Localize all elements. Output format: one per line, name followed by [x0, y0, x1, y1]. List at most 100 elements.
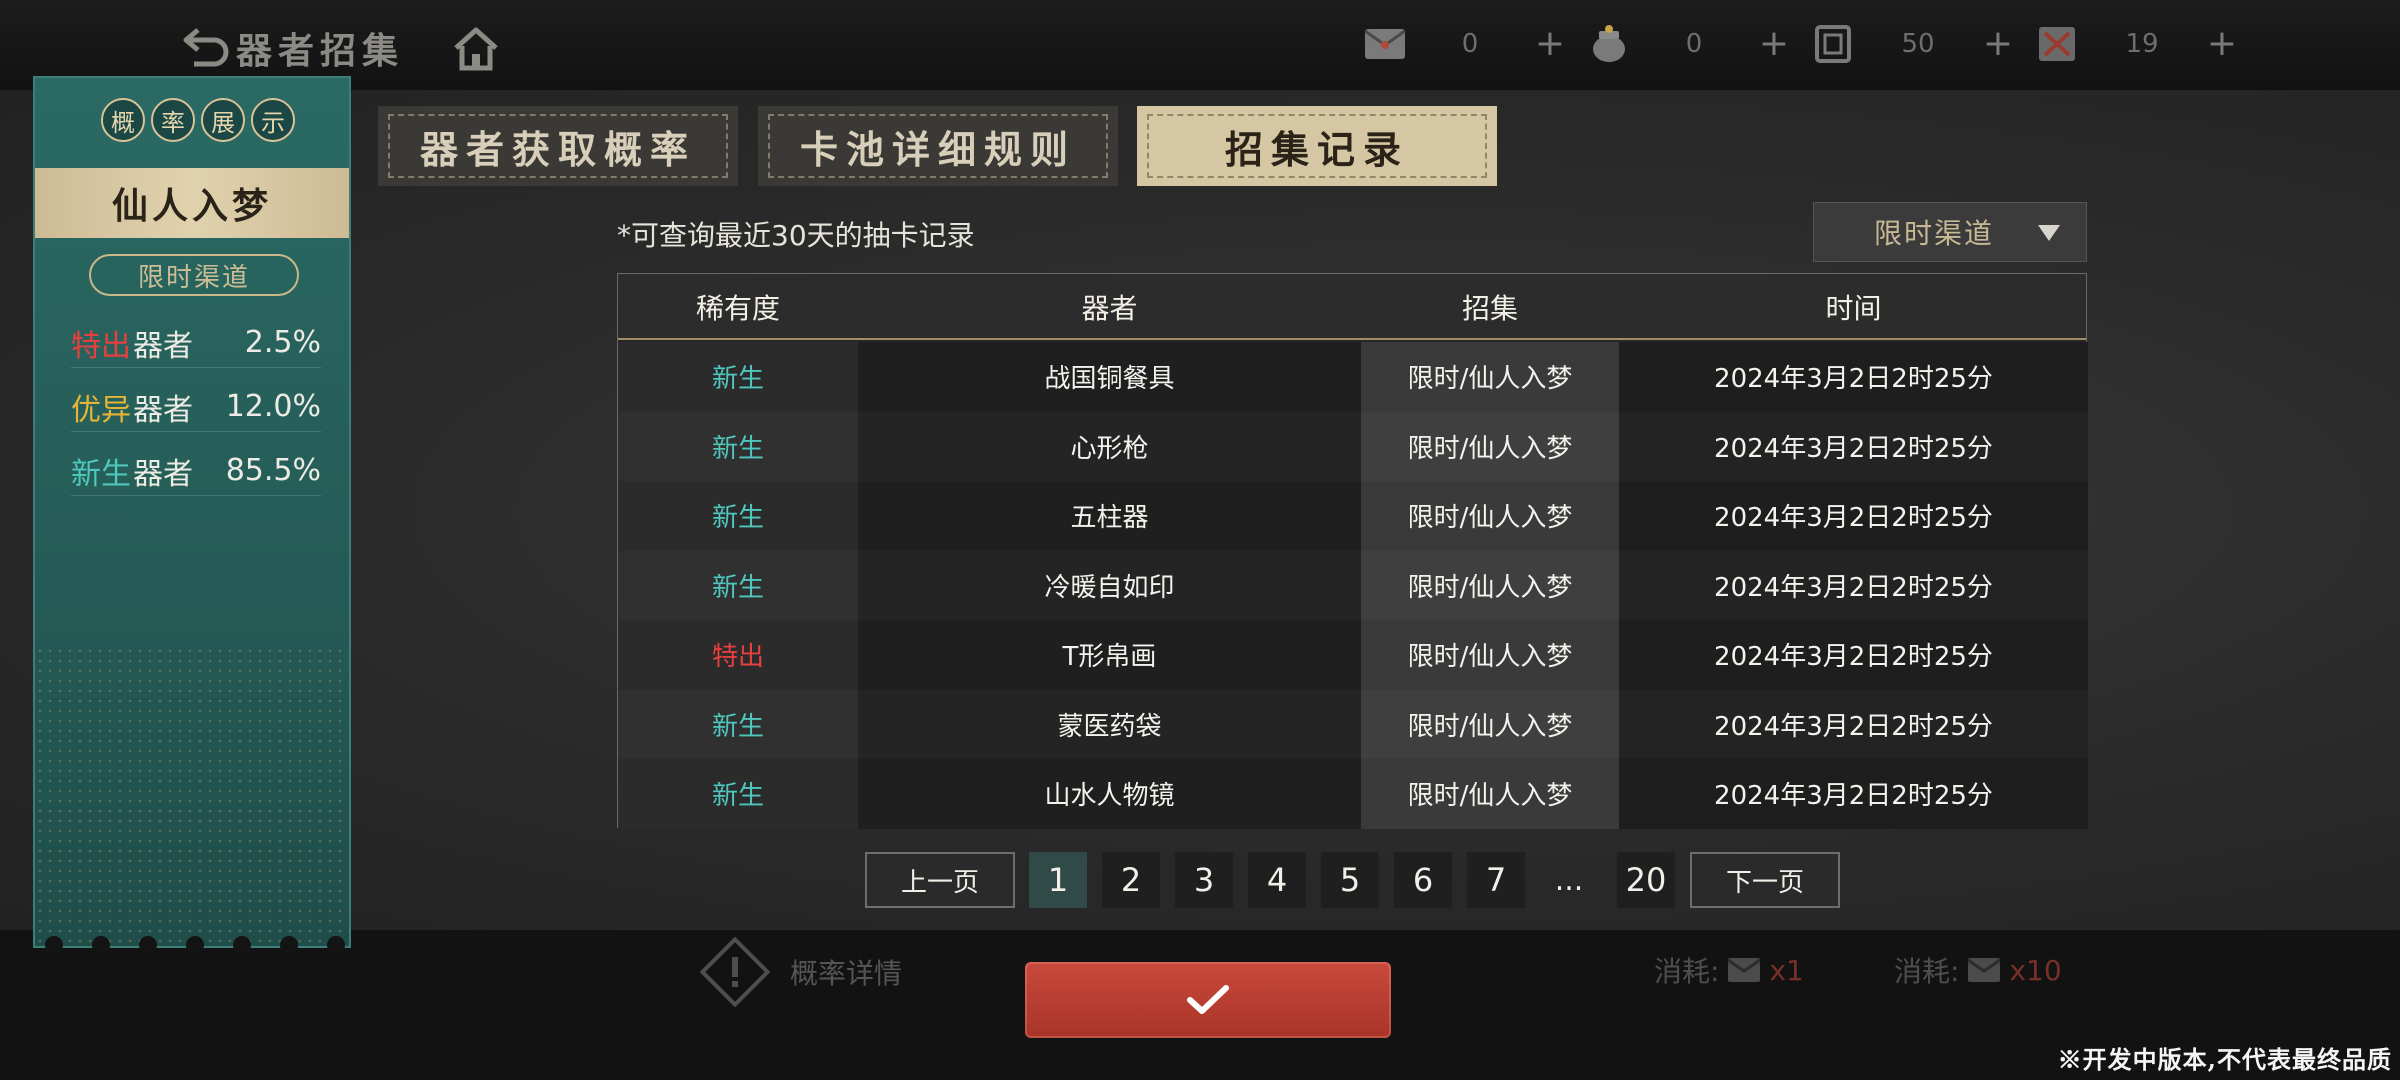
cost-label: 消耗:	[1894, 955, 1960, 988]
rate-row: 优异 器者 12.0%	[71, 382, 321, 432]
red-envelope-icon	[1727, 958, 1762, 982]
page-button[interactable]: 5	[1321, 852, 1379, 908]
chevron-down-icon	[2038, 225, 2060, 241]
time-cell: 2024年3月2日2时25分	[1619, 689, 2088, 759]
rarity-cell: 新生	[618, 481, 858, 551]
item-cell: 蒙医药袋	[858, 689, 1361, 759]
home-icon	[454, 27, 498, 71]
column-header-time: 时间	[1825, 292, 1882, 325]
currency-value: 19	[2125, 29, 2159, 59]
rarity-label: 特出	[71, 328, 131, 364]
rate-kind: 器者	[133, 456, 193, 492]
table-row: 新生 五柱器 限时/仙人入梦 2024年3月2日2时25分	[618, 481, 2088, 551]
red-envelope-icon	[1360, 19, 1410, 69]
ticket-holes	[45, 936, 345, 954]
tab-pool-rules[interactable]: 卡池详细规则	[758, 106, 1118, 186]
pool-cell: 限时/仙人入梦	[1361, 411, 1619, 481]
scroll-ticket-icon	[1808, 19, 1858, 69]
currency-red-envelope: 0 +	[1360, 16, 1570, 72]
rarity-cell: 新生	[618, 759, 858, 829]
records-note: *可查询最近30天的抽卡记录	[617, 219, 975, 252]
cost-ten: 消耗: x10	[1894, 950, 2062, 990]
column-header-pool: 招集	[1461, 292, 1518, 325]
page-button[interactable]: 4	[1248, 852, 1306, 908]
cost-single: 消耗: x1	[1654, 950, 1804, 990]
pool-cell: 限时/仙人入梦	[1361, 342, 1619, 412]
page-button-last[interactable]: 20	[1617, 852, 1675, 908]
probability-detail-label: 概率详情	[790, 957, 903, 990]
rarity-cell: 新生	[618, 550, 858, 620]
add-currency-button[interactable]: +	[1530, 24, 1570, 64]
add-currency-button[interactable]: +	[1754, 24, 1794, 64]
currency-treasure-pot: 0 +	[1584, 16, 1794, 72]
home-button[interactable]	[452, 26, 500, 72]
page-button[interactable]: 2	[1102, 852, 1160, 908]
pool-cell: 限时/仙人入梦	[1361, 481, 1619, 551]
rate-percent: 12.0%	[225, 389, 321, 424]
rate-row: 特出 器者 2.5%	[71, 318, 321, 368]
rarity-cell: 新生	[618, 342, 858, 412]
rarity-label: 优异	[71, 392, 131, 428]
pool-cell: 限时/仙人入梦	[1361, 620, 1619, 690]
pool-cell: 限时/仙人入梦	[1361, 689, 1619, 759]
dev-version-note: ※开发中版本,不代表最终品质	[2057, 1045, 2392, 1074]
treasure-pot-icon	[1584, 19, 1634, 69]
item-cell: 山水人物镜	[858, 759, 1361, 829]
cost-amount: x1	[1769, 953, 1804, 987]
pool-cell: 限时/仙人入梦	[1361, 759, 1619, 829]
page-ellipsis: ...	[1554, 862, 1584, 898]
item-cell: 战国铜餐具	[858, 342, 1361, 412]
page-button[interactable]: 3	[1175, 852, 1233, 908]
red-envelope-icon	[1967, 958, 2002, 982]
rate-percent: 2.5%	[244, 325, 321, 360]
table-header: 稀有度 器者 招集 时间	[618, 274, 2086, 340]
confirm-button[interactable]	[1025, 962, 1391, 1038]
warning-icon	[700, 937, 770, 1007]
rate-kind: 器者	[133, 392, 193, 428]
add-currency-button[interactable]: +	[2202, 24, 2242, 64]
add-currency-button[interactable]: +	[1978, 24, 2018, 64]
item-cell: 五柱器	[858, 481, 1361, 551]
back-button[interactable]	[178, 22, 234, 72]
title-char: 示	[251, 98, 295, 142]
page-button-current[interactable]: 1	[1029, 852, 1087, 908]
dropdown-value: 限时渠道	[1874, 217, 1995, 250]
cost-amount: x10	[2009, 953, 2062, 987]
panel-title: 概 率 展 示	[101, 98, 295, 142]
prev-page-button[interactable]: 上一页	[865, 852, 1015, 908]
tab-label: 器者获取概率	[419, 126, 696, 172]
table-row: 新生 蒙医药袋 限时/仙人入梦 2024年3月2日2时25分	[618, 689, 2088, 759]
channel-badge: 限时渠道	[89, 254, 299, 296]
time-cell: 2024年3月2日2时25分	[1619, 550, 2088, 620]
time-cell: 2024年3月2日2时25分	[1619, 481, 2088, 551]
tab-recruit-records[interactable]: 招集记录	[1137, 106, 1497, 186]
time-cell: 2024年3月2日2时25分	[1619, 620, 2088, 690]
table-row: 新生 战国铜餐具 限时/仙人入梦 2024年3月2日2时25分	[618, 342, 2088, 412]
rarity-cell: 特出	[618, 620, 858, 690]
top-bar: 器者招集 0 + 0 + 50 + 19 +	[0, 0, 2400, 90]
currency-value: 0	[1685, 29, 1703, 59]
item-cell: 冷暖自如印	[858, 550, 1361, 620]
table-row: 新生 心形枪 限时/仙人入梦 2024年3月2日2时25分	[618, 411, 2088, 481]
rate-percent: 85.5%	[225, 453, 321, 488]
rarity-label: 新生	[71, 456, 131, 492]
rate-kind: 器者	[133, 328, 193, 364]
red-card-icon	[2032, 19, 2082, 69]
table-row: 特出 T形帛画 限时/仙人入梦 2024年3月2日2时25分	[618, 620, 2088, 690]
records-table: 稀有度 器者 招集 时间 新生 战国铜餐具 限时/仙人入梦 2024年3月2日2…	[617, 273, 2088, 829]
table-row: 新生 山水人物镜 限时/仙人入梦 2024年3月2日2时25分	[618, 759, 2088, 829]
page-button[interactable]: 7	[1467, 852, 1525, 908]
currency-red-card: 19 +	[2032, 16, 2242, 72]
title-char: 概	[101, 98, 145, 142]
tab-acquisition-probability[interactable]: 器者获取概率	[378, 106, 738, 186]
column-header-item: 器者	[1081, 292, 1138, 325]
item-cell: 心形枪	[858, 411, 1361, 481]
channel-filter-dropdown[interactable]: 限时渠道	[1813, 202, 2087, 262]
tab-label: 卡池详细规则	[799, 126, 1076, 172]
currency-value: 0	[1461, 29, 1479, 59]
next-page-button[interactable]: 下一页	[1690, 852, 1840, 908]
currency-scroll-ticket: 50 +	[1808, 16, 2018, 72]
page-button[interactable]: 6	[1394, 852, 1452, 908]
pool-name: 仙人入梦	[35, 168, 349, 238]
pagination: 上一页 1 2 3 4 5 6 7 ... 20 下一页	[0, 852, 2400, 910]
